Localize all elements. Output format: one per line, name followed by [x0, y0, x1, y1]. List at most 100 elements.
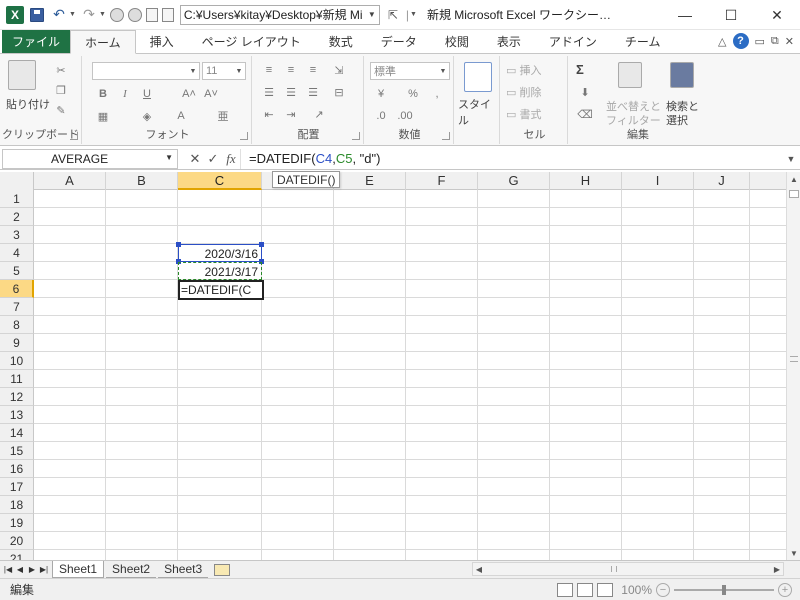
tab-data[interactable]: データ [367, 30, 431, 53]
row-header-11[interactable]: 11 [0, 370, 34, 388]
redo-icon[interactable]: ↷ [80, 6, 98, 24]
tab-insert[interactable]: 挿入 [136, 30, 188, 53]
border-icon[interactable]: ▦ [94, 108, 112, 124]
zoom-slider[interactable] [674, 584, 774, 595]
tab-team[interactable]: チーム [611, 30, 675, 53]
customize-qat-icon[interactable]: ▼ [410, 11, 417, 18]
font-size-combo[interactable]: 11 ▼ [202, 62, 246, 80]
row-header-15[interactable]: 15 [0, 442, 34, 460]
pointer-icon[interactable]: ⇱ [388, 8, 400, 22]
close-workbook-icon[interactable]: ✕ [785, 35, 794, 48]
scroll-right-icon[interactable]: ▶ [771, 563, 783, 575]
style-icon[interactable] [464, 62, 492, 92]
increase-indent-icon[interactable]: ⇥ [282, 106, 300, 122]
format-cells-button[interactable]: ▭ 書式 [506, 106, 541, 122]
column-header-c[interactable]: C [178, 172, 262, 190]
number-format-combo[interactable]: 標準 ▼ [370, 62, 450, 80]
row-header-21[interactable]: 21 [0, 550, 34, 560]
comma-button[interactable]: , [428, 86, 446, 102]
decrease-decimal-icon[interactable]: .00 [396, 108, 414, 124]
next-sheet-icon[interactable]: ▶ [26, 562, 38, 578]
wrap-text-icon[interactable]: ⇲ [330, 62, 348, 78]
document-icon[interactable] [161, 7, 174, 22]
style-button[interactable]: スタイル [458, 96, 499, 128]
scroll-thumb[interactable] [789, 190, 799, 198]
chevron-down-icon[interactable]: ▼ [165, 153, 173, 162]
paste-icon[interactable] [8, 60, 36, 90]
align-middle-icon[interactable]: ≡ [282, 62, 300, 78]
phonetic-icon[interactable]: 亜 [214, 108, 232, 124]
formula-input[interactable]: =DATEDIF(C4, C5, "d") [240, 148, 782, 169]
currency-icon[interactable]: ¥ [372, 86, 390, 102]
prev-sheet-icon[interactable]: ◀ [14, 562, 26, 578]
print-preview-icon[interactable] [145, 7, 158, 22]
scroll-left-icon[interactable]: ◀ [473, 563, 485, 575]
format-painter-icon[interactable]: ✎ [52, 102, 70, 118]
minimize-button[interactable]: ― [662, 0, 708, 30]
vertical-scrollbar[interactable]: ▲ ▼ [786, 172, 800, 560]
row-header-1[interactable]: 1 [0, 190, 34, 208]
align-left-icon[interactable]: ☰ [260, 84, 278, 100]
chevron-down-icon[interactable]: ▼ [437, 68, 449, 75]
row-header-13[interactable]: 13 [0, 406, 34, 424]
sheet-tab-sheet3[interactable]: Sheet3 [158, 561, 209, 578]
column-header-j[interactable]: J [694, 172, 750, 190]
fill-icon[interactable]: ⬇ [576, 84, 594, 100]
align-bottom-icon[interactable]: ≡ [304, 62, 322, 78]
row-header-17[interactable]: 17 [0, 478, 34, 496]
align-top-icon[interactable]: ≡ [260, 62, 278, 78]
zoom-in-icon[interactable]: + [778, 582, 792, 597]
save-icon[interactable] [28, 6, 46, 24]
cell-c6-active[interactable]: =DATEDIF(C [178, 280, 264, 300]
column-header-g[interactable]: G [478, 172, 550, 190]
font-name-combo[interactable]: ▼ [92, 62, 200, 80]
column-header-b[interactable]: B [106, 172, 178, 190]
tab-home[interactable]: ホーム [70, 30, 136, 54]
grow-font-icon[interactable]: A˄ [180, 86, 198, 102]
enter-formula-button[interactable]: ✓ [204, 149, 222, 169]
column-header-f[interactable]: F [406, 172, 478, 190]
shrink-font-icon[interactable]: A˅ [202, 86, 220, 102]
zoom-out-icon[interactable]: − [656, 582, 670, 597]
redo-dropdown-icon[interactable]: ▼ [99, 11, 106, 18]
normal-view-icon[interactable] [557, 582, 574, 597]
close-button[interactable]: ✕ [754, 0, 800, 30]
row-header-5[interactable]: 5 [0, 262, 34, 280]
delete-cells-button[interactable]: ▭ 削除 [506, 84, 541, 100]
row-header-18[interactable]: 18 [0, 496, 34, 514]
minimize-workbook-icon[interactable]: ▭ [755, 35, 765, 48]
copy-icon[interactable]: ❐ [52, 82, 70, 98]
italic-button[interactable]: I [116, 86, 134, 102]
find-select-icon[interactable] [670, 62, 694, 88]
row-header-6[interactable]: 6 [0, 280, 34, 298]
clipboard-launcher-icon[interactable] [70, 132, 78, 140]
cell-c4[interactable]: 2020/3/16 [179, 245, 261, 262]
new-sheet-icon[interactable] [214, 563, 231, 576]
row-header-3[interactable]: 3 [0, 226, 34, 244]
paste-button[interactable]: 貼り付け [6, 96, 50, 112]
sheet-tab-sheet2[interactable]: Sheet2 [106, 561, 157, 578]
chevron-down-icon[interactable]: ▼ [233, 68, 245, 75]
tab-file[interactable]: ファイル [2, 30, 71, 53]
tab-formulas[interactable]: 数式 [315, 30, 367, 53]
cut-icon[interactable]: ✂ [52, 62, 70, 78]
orientation-icon[interactable]: ↗ [310, 106, 328, 122]
row-header-4[interactable]: 4 [0, 244, 34, 262]
scroll-down-icon[interactable]: ▼ [787, 546, 800, 560]
chevron-down-icon[interactable]: ▼ [365, 10, 379, 19]
column-header-e[interactable]: E [334, 172, 406, 190]
cancel-formula-button[interactable]: ✕ [186, 149, 204, 169]
worksheet-grid[interactable]: ABCDEFGHIJ 12345678910111213141516171819… [0, 172, 786, 560]
undo-icon[interactable]: ↶ [50, 6, 68, 24]
font-color-icon[interactable]: A [172, 108, 190, 124]
help-icon[interactable]: ? [732, 33, 749, 49]
first-sheet-icon[interactable]: |◀ [2, 562, 14, 578]
zoom-level[interactable]: 100% [621, 583, 652, 597]
row-header-16[interactable]: 16 [0, 460, 34, 478]
page-break-view-icon[interactable] [597, 582, 614, 597]
percent-button[interactable]: % [404, 86, 422, 102]
insert-function-button[interactable]: fx [222, 149, 240, 169]
page-layout-view-icon[interactable] [577, 582, 594, 597]
cell-c5[interactable]: 2021/3/17 [179, 263, 261, 280]
select-all-corner[interactable] [0, 172, 34, 190]
